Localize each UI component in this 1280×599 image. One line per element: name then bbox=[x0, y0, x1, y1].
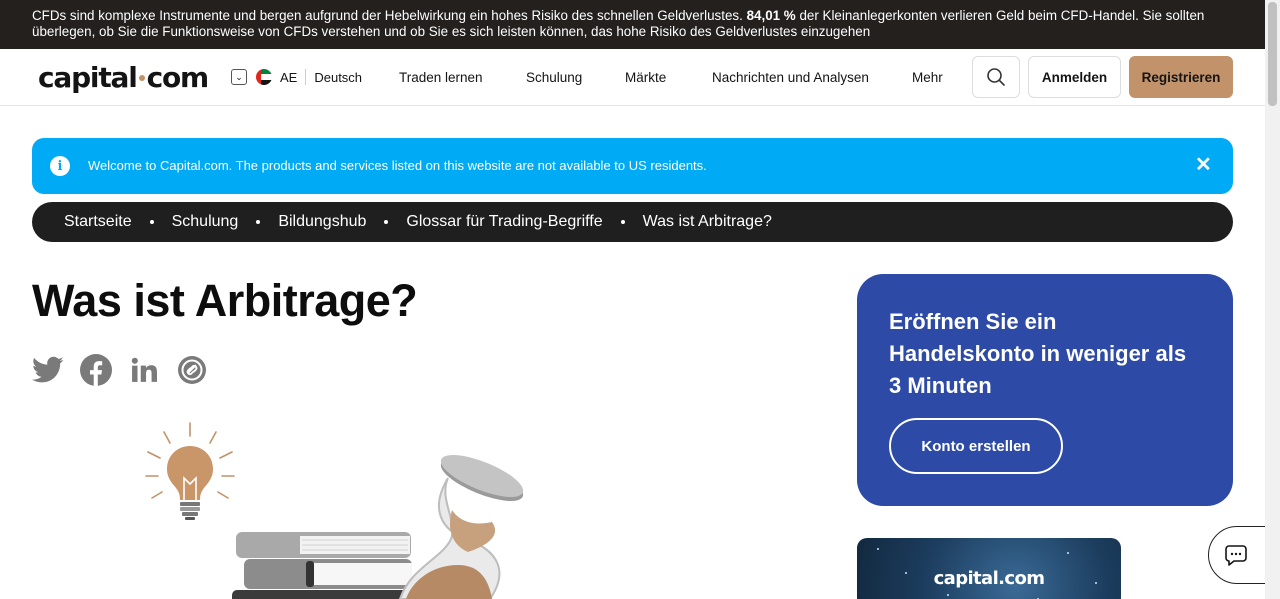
chat-icon bbox=[1225, 545, 1247, 566]
register-button[interactable]: Registrieren bbox=[1129, 56, 1233, 98]
site-header: capital com ⌄ AE Deutsch Traden lernen Sc… bbox=[0, 49, 1265, 106]
logo-text-left: capital bbox=[38, 61, 138, 94]
promo-logo-left: capital bbox=[933, 568, 999, 589]
breadcrumb-current: Was ist Arbitrage? bbox=[642, 213, 772, 230]
logo-dot bbox=[138, 75, 145, 81]
open-account-card: Eröffnen Sie ein Handelskonto in weniger… bbox=[857, 274, 1233, 506]
breadcrumb-bildungshub[interactable]: Bildungshub bbox=[278, 213, 366, 231]
uae-flag-icon bbox=[256, 69, 272, 85]
twitter-icon[interactable] bbox=[32, 353, 64, 387]
divider bbox=[305, 69, 307, 85]
create-account-button[interactable]: Konto erstellen bbox=[889, 418, 1063, 474]
risk-warning-bar: CFDs sind komplexe Instrumente und berge… bbox=[0, 0, 1265, 49]
breadcrumb-separator bbox=[620, 220, 625, 224]
breadcrumb: Startseite Schulung Bildungshub Glossar … bbox=[32, 202, 1233, 242]
cta-heading: Eröffnen Sie ein Handelskonto in weniger… bbox=[889, 309, 1187, 398]
risk-warning-percent: 84,01 % bbox=[746, 8, 796, 23]
risk-warning-text-before: CFDs sind komplexe Instrumente und berge… bbox=[32, 8, 743, 23]
login-button[interactable]: Anmelden bbox=[1028, 56, 1121, 98]
chat-button[interactable] bbox=[1208, 526, 1270, 584]
breadcrumb-separator bbox=[384, 220, 389, 224]
share-buttons bbox=[32, 353, 224, 387]
hourglass-icon bbox=[398, 455, 524, 599]
nav-traden-lernen[interactable]: Traden lernen bbox=[399, 70, 483, 85]
nav-mehr[interactable]: Mehr bbox=[912, 70, 943, 85]
region-code: AE bbox=[280, 69, 298, 85]
us-residents-notice: i Welcome to Capital.com. The products a… bbox=[32, 138, 1233, 194]
chevron-down-icon: ⌄ bbox=[231, 69, 247, 85]
language-label: Deutsch bbox=[314, 69, 363, 85]
info-icon: i bbox=[50, 156, 70, 176]
search-button[interactable] bbox=[972, 56, 1020, 98]
page-scrollbar[interactable] bbox=[1265, 0, 1280, 599]
search-icon bbox=[987, 68, 1005, 86]
promo-banner[interactable]: capital.com bbox=[857, 538, 1121, 599]
copy-link-icon[interactable] bbox=[176, 353, 208, 387]
breadcrumb-startseite[interactable]: Startseite bbox=[64, 213, 132, 231]
capital-com-logo[interactable]: capital com bbox=[38, 61, 210, 94]
promo-logo-right: com bbox=[1004, 568, 1045, 589]
breadcrumb-separator bbox=[149, 220, 154, 224]
logo-text-right: com bbox=[146, 61, 210, 94]
arbitrage-illustration bbox=[145, 422, 524, 599]
close-icon[interactable]: ✕ bbox=[1195, 154, 1212, 176]
scrollbar-thumb[interactable] bbox=[1268, 2, 1277, 106]
notice-message: Welcome to Capital.com. The products and… bbox=[88, 158, 707, 173]
page-title: Was ist Arbitrage? bbox=[32, 275, 418, 326]
region-language-selector[interactable]: ⌄ AE Deutsch bbox=[231, 68, 362, 86]
promo-logo: capital.com bbox=[933, 568, 1045, 589]
breadcrumb-glossar[interactable]: Glossar für Trading-Begriffe bbox=[406, 213, 602, 231]
nav-nachrichten-und-analysen[interactable]: Nachrichten und Analysen bbox=[712, 70, 869, 85]
linkedin-icon[interactable] bbox=[128, 353, 160, 387]
lightbulb-icon bbox=[145, 422, 235, 520]
nav-schulung[interactable]: Schulung bbox=[526, 70, 582, 85]
books-icon bbox=[232, 532, 414, 599]
facebook-icon[interactable] bbox=[80, 353, 112, 387]
breadcrumb-schulung[interactable]: Schulung bbox=[172, 213, 239, 231]
breadcrumb-separator bbox=[256, 220, 261, 224]
nav-maerkte[interactable]: Märkte bbox=[625, 70, 666, 85]
